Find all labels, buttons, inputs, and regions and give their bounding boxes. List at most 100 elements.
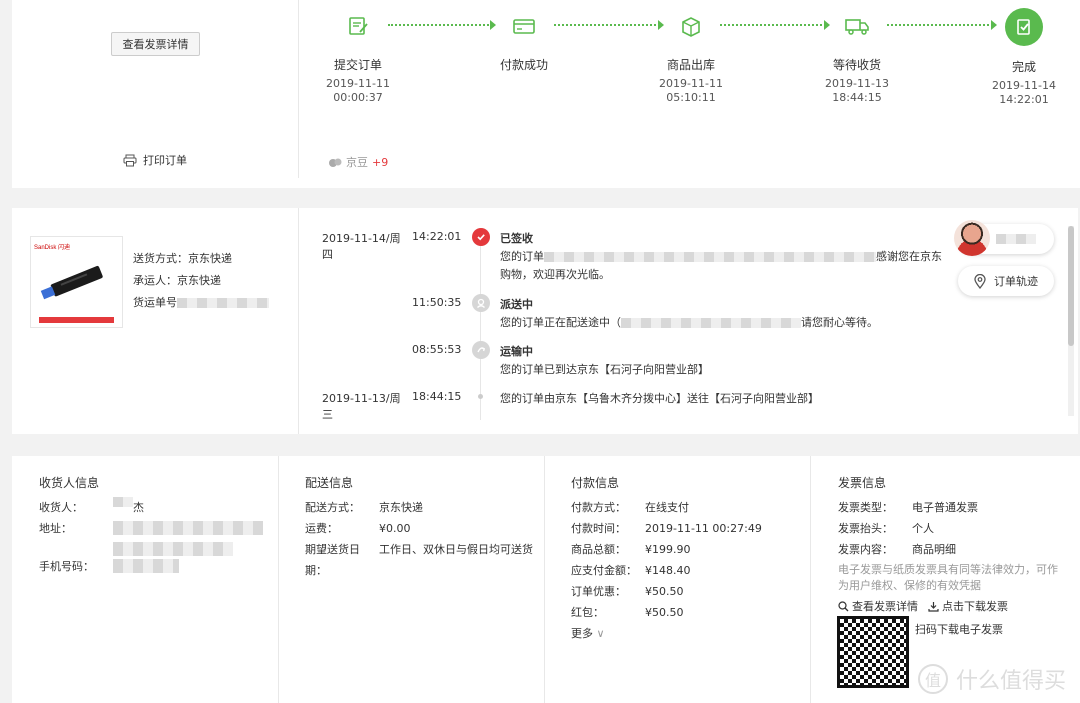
redacted-address [113,521,263,535]
payment-title: 付款信息 [571,476,620,490]
step-name: 商品出库 [666,58,715,72]
event-time: 08:55:53 [412,343,462,356]
step-date: 2019-11-11 [659,77,723,90]
receiver-info: 收货人信息 收货人：杰 地址： 手机号码： [12,456,279,703]
invoice-links: 查看发票详情 点击下载发票 [838,598,1080,614]
view-invoice-link[interactable]: 查看发票详情 [838,598,918,614]
event-text: 您的订单已到达京东【石河子向阳营业部】 [500,363,709,376]
delivery-row: 运费： ¥0.00 [305,522,411,535]
step-date: 2019-11-13 [825,77,889,90]
step-name: 等待收货 [832,58,881,72]
chevron-down-icon: ∨ [596,627,605,640]
event-text: 您的订单正在配送途中（ 请您耐心等待。 [500,316,878,329]
payment-row: 付款时间： 2019-11-11 00:27:49 [571,522,762,535]
step-awaiting-delivery: 等待收货 2019-11-13 18:44:15 [797,8,917,105]
step-date: 2019-11-14 [992,79,1056,92]
step-name: 提交订单 [333,58,382,72]
redacted-name [113,497,133,507]
order-actions: 查看发票详情 打印订单 [12,0,299,178]
download-invoice-link[interactable]: 点击下载发票 [928,598,1008,614]
delivery-title: 配送信息 [305,476,354,490]
delivery-info: 配送信息 配送方式： 京东快递 运费： ¥0.00 期望送货日期： 工作日、双休日与假… [279,456,545,703]
receiver-phone-row: 手机号码： [39,556,278,577]
redacted-courier-name [996,234,1036,244]
event-date: 2019-11-14/周四 [322,232,401,261]
order-track-button[interactable]: 订单轨迹 [958,266,1054,296]
payment-row: 付款方式： 在线支付 [571,501,689,514]
order-progress-panel: 查看发票详情 打印订单 提交订单 2019-11-11 00:00:37 付款成… [12,0,1080,188]
redacted-text [544,252,876,262]
location-pin-icon [974,273,986,289]
shipment-summary: SanDisk 闪迪 送货方式：京东快递 承运人：京东快递 货运单号 [12,208,299,434]
svg-text:SanDisk 闪迪: SanDisk 闪迪 [34,243,70,251]
search-icon [838,600,849,611]
step-time: 00:00:37 [333,91,383,104]
delivery-row: 期望送货日期： 工作日、双休日与假日均可送货 [305,543,533,577]
watermark-logo-icon: 值 [917,664,948,694]
event-title: 派送中 [500,298,533,311]
receiver-title: 收货人信息 [39,476,100,490]
event-time: 14:22:01 [412,230,462,243]
tracking-row: 货运单号 [133,292,269,314]
courier-icon [472,294,490,312]
step-payment: 付款成功 [464,8,584,77]
step-date: 2019-11-11 [326,77,390,90]
view-invoice-button[interactable]: 查看发票详情 [111,32,200,56]
transit-icon [472,341,490,359]
event-time: 18:44:15 [412,390,462,403]
step-submit-order: 提交订单 2019-11-11 00:00:37 [298,8,418,105]
delivery-truck-icon [839,8,875,44]
step-package-out: 商品出库 2019-11-11 05:10:11 [631,8,751,105]
jd-beans: 京豆 +9 [328,154,388,170]
receiver-name-row: 收货人：杰 [39,497,278,518]
receiver-address-row: 地址： [39,518,278,539]
product-thumbnail[interactable]: SanDisk 闪迪 [30,236,123,328]
carrier-row: 承运人：京东快递 [133,274,221,287]
redacted-text [621,318,801,328]
payment-row: 红包： ¥50.50 [571,606,684,619]
step-complete: 完成 2019-11-14 14:22:01 [964,8,1080,107]
payment-info: 付款信息 付款方式： 在线支付 付款时间： 2019-11-11 00:27:49 … [545,456,811,703]
more-link[interactable]: 更多 ∨ [571,625,810,641]
redacted-phone [113,559,179,573]
avatar [954,220,990,256]
payment-card-icon [506,8,542,44]
submit-order-icon [340,8,376,44]
timeline-scrollbar[interactable] [1068,226,1074,416]
step-name: 付款成功 [499,58,548,72]
order-steps: 提交订单 2019-11-11 00:00:37 付款成功 商品出库 2019-… [300,0,1080,178]
event-time: 11:50:35 [412,296,462,309]
event-date: 2019-11-13/周三 [322,392,401,421]
site-watermark: 值 什么值得买 [917,663,1066,695]
download-icon [928,601,939,612]
order-info-panel: 收货人信息 收货人：杰 地址： 手机号码： 配送信息 配送方式： 京东快递 运费：… [12,456,1080,703]
zigzag-edge [12,180,1080,192]
courier-avatar-card[interactable] [954,220,1054,256]
invoice-note: 电子发票与纸质发票具有同等法律效力，可作为用户维权、保修的有效凭据 [838,563,1058,592]
redacted-tracking-number [177,298,269,308]
order-track-label: 订单轨迹 [994,275,1038,288]
step-name: 完成 [1011,60,1036,74]
usb-drive-image: SanDisk 闪迪 [34,243,114,323]
event-title: 已签收 [500,232,533,245]
invoice-title: 发票信息 [838,476,887,490]
receiver-address-row-2 [39,539,278,556]
beans-label: 京豆 [346,156,368,169]
qr-caption: 扫码下载电子发票 [915,623,1003,636]
delivery-row: 配送方式： 京东快递 [305,501,423,514]
watermark-text: 什么值得买 [955,669,1066,694]
payment-row: 订单优惠： ¥50.50 [571,585,684,598]
event-text: 您的订单 感谢您在京东 购物，欢迎再次光临。 [500,250,942,281]
logistics-panel: SanDisk 闪迪 送货方式：京东快递 承运人：京东快递 货运单号 2019-… [12,208,1078,434]
complete-check-icon [1005,8,1043,46]
invoice-row: 发票内容： 商品明细 [838,543,956,556]
step-time: 18:44:15 [832,91,882,104]
logistics-timeline: 2019-11-14/周四 14:22:01 已签收 您的订单 感谢您在京东 购物… [302,208,1062,434]
payment-row: 应支付金额： ¥148.40 [571,564,691,577]
beans-value: +9 [372,155,389,169]
ship-method-row: 送货方式：京东快递 [133,252,232,265]
timeline-dot [478,394,483,399]
event-text: 您的订单由京东【乌鲁木齐分拨中心】送往【石河子向阳营业部】 [500,392,819,405]
scrollbar-thumb[interactable] [1068,226,1074,346]
print-order-link[interactable]: 打印订单 [123,152,187,168]
